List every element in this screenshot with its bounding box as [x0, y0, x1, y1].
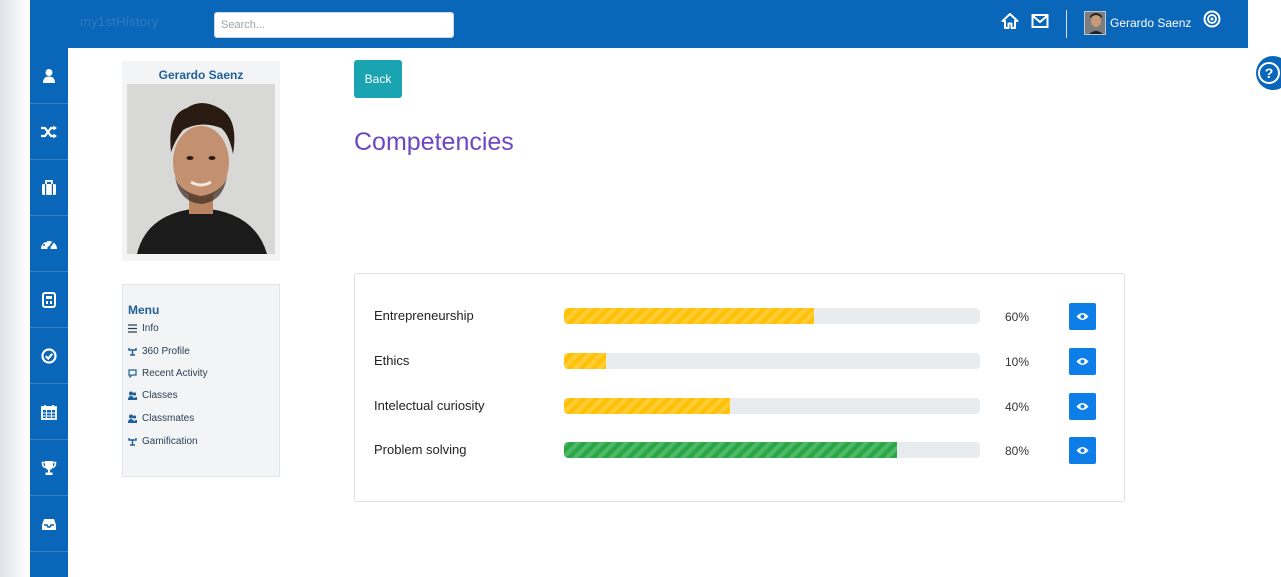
view-button[interactable]: [1069, 348, 1096, 375]
competency-name: Ethics: [374, 353, 410, 368]
competency-name: Intelectual curiosity: [374, 398, 485, 413]
menu-item-classes[interactable]: Classes: [128, 388, 178, 402]
profile-name: Gerardo Saenz: [158, 68, 244, 82]
profile-card: Gerardo Saenz: [122, 61, 280, 261]
inbox-icon[interactable]: [30, 496, 68, 552]
progress-fill: [564, 353, 606, 369]
competencies-panel: Entrepreneurship 60% Ethics 10% Intelect…: [354, 273, 1125, 502]
eye-icon: [1076, 358, 1089, 365]
left-edge-shadow: [0, 0, 30, 577]
menu-item-label: Recent Activity: [142, 367, 208, 379]
eye-icon: [1076, 447, 1089, 454]
competency-percent: 80%: [1005, 444, 1030, 458]
menu-item-info[interactable]: Info: [128, 321, 159, 335]
competency-name: Entrepreneurship: [374, 308, 474, 323]
comment-icon: [128, 368, 139, 378]
view-button[interactable]: [1069, 437, 1096, 464]
navbar-divider: [1066, 10, 1067, 38]
eye-icon: [1076, 403, 1089, 410]
competency-percent: 40%: [1005, 400, 1030, 414]
menu-item-label: 360 Profile: [142, 345, 190, 357]
check-circle-icon[interactable]: [30, 328, 68, 384]
calendar-icon[interactable]: [30, 384, 68, 440]
menu-item-label: Gamification: [142, 435, 198, 447]
dashboard-icon[interactable]: [30, 216, 68, 272]
calculator-icon[interactable]: [30, 272, 68, 328]
progress-track: [564, 308, 980, 324]
view-button[interactable]: [1069, 393, 1096, 420]
side-menu: Menu Info 360 Profile Recent Activity Cl…: [122, 284, 280, 477]
page-title: Competencies: [354, 128, 514, 156]
search-input[interactable]: [214, 12, 454, 38]
menu-item-label: Info: [142, 322, 159, 334]
tree-icon: [128, 347, 139, 356]
question-icon: ?: [1258, 62, 1280, 84]
sidebar-rail: [30, 48, 68, 577]
trophy-icon[interactable]: [30, 440, 68, 496]
back-button[interactable]: Back: [354, 60, 402, 98]
list-icon: [128, 323, 139, 333]
help-button[interactable]: ?: [1256, 56, 1281, 90]
competency-percent: 10%: [1005, 355, 1030, 369]
target-icon[interactable]: [1202, 9, 1222, 29]
menu-item-360-profile[interactable]: 360 Profile: [128, 344, 190, 358]
progress-track: [564, 442, 980, 458]
competency-row: Problem solving 80%: [355, 435, 1126, 465]
menu-item-label: Classes: [142, 389, 178, 401]
competency-row: Ethics 10%: [355, 346, 1126, 376]
home-icon[interactable]: [1000, 11, 1020, 31]
menu-item-recent-activity[interactable]: Recent Activity: [128, 366, 208, 380]
users-icon: [128, 391, 139, 400]
menu-item-label: Classmates: [142, 412, 195, 424]
profile-photo: [127, 84, 275, 254]
competency-percent: 60%: [1005, 310, 1030, 324]
view-button[interactable]: [1069, 303, 1096, 330]
eye-icon: [1076, 313, 1089, 320]
competency-row: Intelectual curiosity 40%: [355, 391, 1126, 421]
menu-item-gamification[interactable]: Gamification: [128, 434, 198, 448]
progress-track: [564, 398, 980, 414]
users-icon: [128, 414, 139, 423]
navbar-avatar[interactable]: [1084, 11, 1106, 35]
user-icon[interactable]: [30, 48, 68, 104]
competency-name: Problem solving: [374, 442, 467, 457]
progress-track: [564, 353, 980, 369]
top-navbar: my1stHistory Gerardo Saenz: [30, 0, 1248, 48]
competency-row: Entrepreneurship 60%: [355, 301, 1126, 331]
tree-icon: [128, 437, 139, 446]
progress-fill: [564, 308, 814, 324]
brand-logo[interactable]: my1stHistory: [80, 14, 159, 29]
navbar-user-name[interactable]: Gerardo Saenz: [1110, 16, 1191, 30]
briefcase-icon[interactable]: [30, 160, 68, 216]
mail-icon[interactable]: [1030, 11, 1050, 31]
progress-fill: [564, 442, 897, 458]
menu-item-classmates[interactable]: Classmates: [128, 411, 194, 425]
shuffle-icon[interactable]: [30, 104, 68, 160]
menu-title: Menu: [128, 303, 160, 317]
progress-fill: [564, 398, 731, 414]
